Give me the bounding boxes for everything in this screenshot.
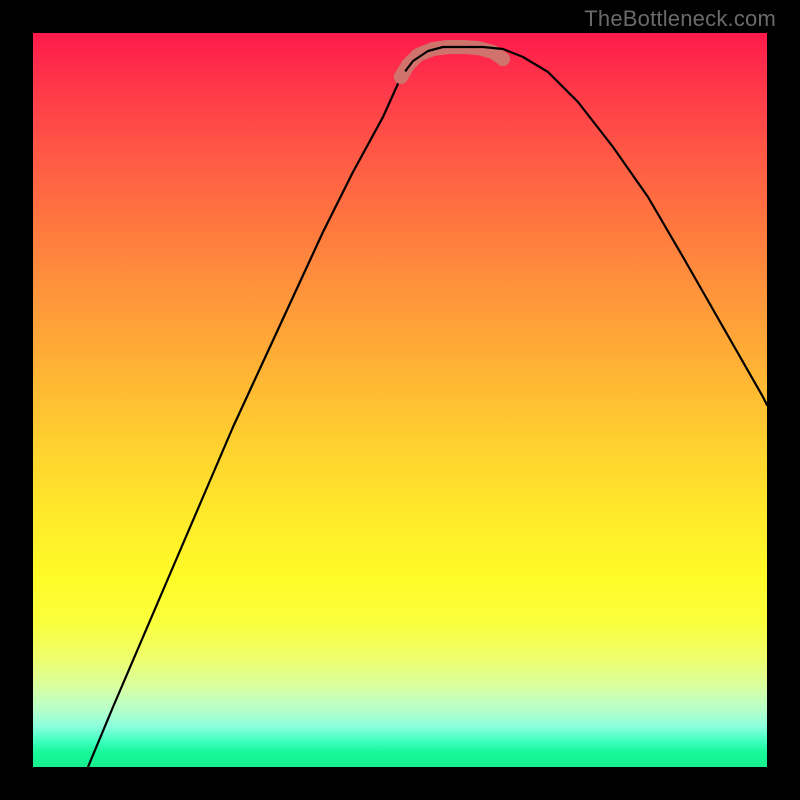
plot-area [33,33,767,767]
bottleneck-curve [88,47,767,767]
curve-layer [33,33,767,767]
sweet-spot-band [401,47,503,77]
band-end-right [496,52,510,66]
band-end-left [394,70,408,84]
attribution-label: TheBottleneck.com [584,6,776,32]
chart-frame: TheBottleneck.com [0,0,800,800]
